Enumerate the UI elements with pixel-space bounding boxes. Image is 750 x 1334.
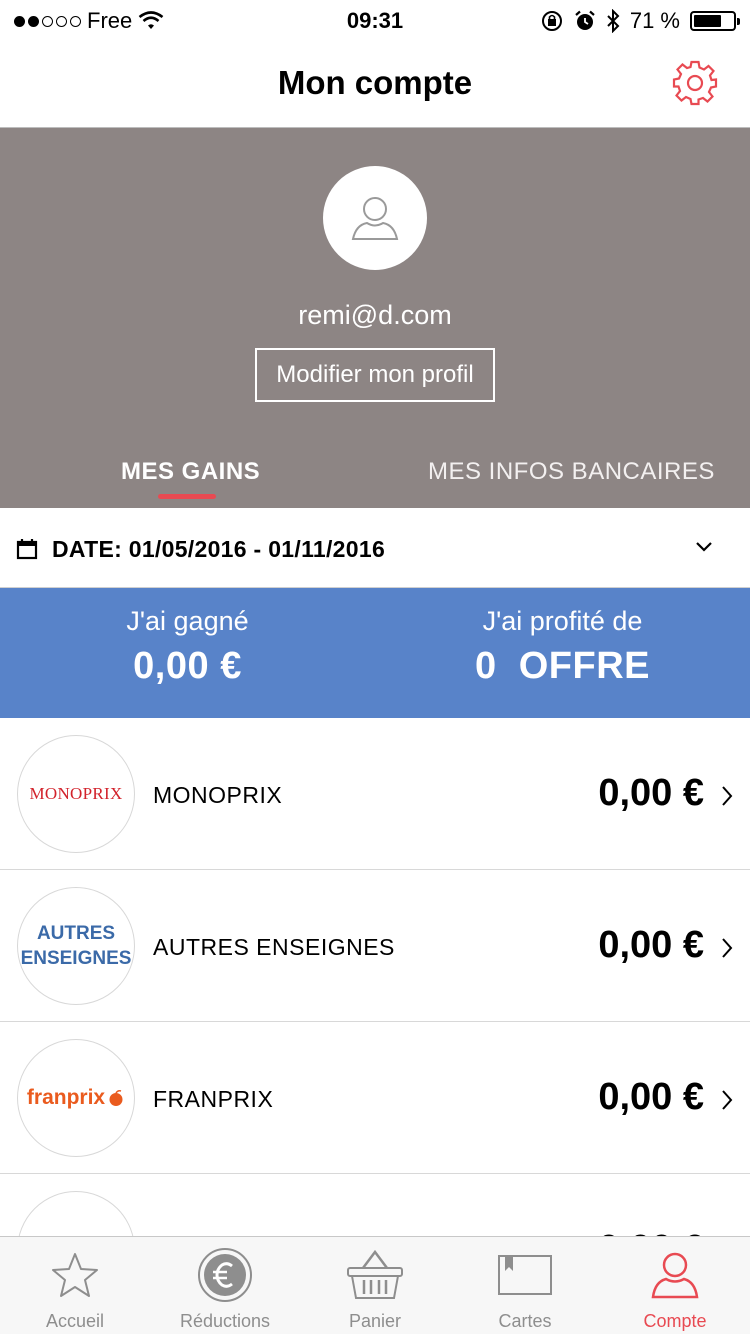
- franprix-logo-text: franprix: [26, 1086, 106, 1109]
- store-name: MONOPRIX: [153, 782, 283, 808]
- tab-mes-infos-bancaires[interactable]: MES INFOS BANCAIRES: [428, 458, 715, 486]
- tab-bar: Accueil Réductions Panier Cartes Compte: [0, 1236, 750, 1334]
- card-icon: [498, 1255, 552, 1295]
- star-icon: [52, 1253, 98, 1297]
- page-title: Mon compte: [277, 64, 473, 101]
- navigation-bar: Mon compte: [0, 40, 750, 128]
- date-filter[interactable]: DATE: 01/05/2016 - 01/11/2016: [0, 508, 750, 588]
- list-item-franprix[interactable]: franprix FRANPRIX 0,00 €: [0, 1022, 750, 1174]
- edit-profile-button[interactable]: Modifier mon profil: [255, 348, 495, 402]
- profile-header: remi@d.com Modifier mon profil MES GAINS…: [0, 128, 750, 508]
- user-avatar-icon: [351, 197, 399, 240]
- list-item-monoprix[interactable]: MONOPRIX MONOPRIX 0,00 €: [0, 718, 750, 870]
- chevron-down-icon[interactable]: [694, 536, 714, 556]
- active-tab-indicator: [158, 494, 216, 499]
- bluetooth-icon: [607, 9, 620, 33]
- orientation-lock-icon: [541, 11, 562, 31]
- tab-label: Accueil: [45, 1311, 105, 1331]
- monoprix-logo-text: MONOPRIX: [29, 784, 123, 803]
- offers-value: 0 OFFRE: [474, 645, 651, 687]
- user-icon: [651, 1252, 699, 1299]
- tab-label: Réductions: [179, 1311, 271, 1331]
- earned-label: J'ai gagné: [126, 606, 249, 636]
- avatar[interactable]: [323, 166, 427, 270]
- store-name: FRANPRIX: [153, 1086, 274, 1112]
- date-range-label: DATE: 01/05/2016 - 01/11/2016: [52, 536, 386, 562]
- gear-icon: [672, 60, 718, 106]
- tab-label: Panier: [348, 1311, 402, 1331]
- store-amount: 0,00 €: [598, 924, 704, 966]
- tab-label: Compte: [643, 1311, 707, 1331]
- status-right: 71 %: [540, 8, 740, 34]
- offers-label: J'ai profité de: [482, 606, 643, 636]
- tab-accueil[interactable]: Accueil: [0, 1237, 150, 1334]
- store-amount: 0,00 €: [598, 1076, 704, 1118]
- autres-enseignes-logo: AUTRES ENSEIGNES: [17, 887, 135, 1005]
- list-item-autres-enseignes[interactable]: AUTRES ENSEIGNES AUTRES ENSEIGNES 0,00 €: [0, 870, 750, 1022]
- chevron-right-icon: [722, 938, 733, 958]
- earnings-summary: J'ai gagné 0,00 € J'ai profité de 0 OFFR…: [0, 588, 750, 718]
- apple-icon: [109, 1089, 123, 1106]
- tab-mes-gains[interactable]: MES GAINS: [121, 458, 260, 486]
- chevron-right-icon: [722, 786, 733, 806]
- basket-icon: [347, 1249, 403, 1299]
- store-amount: 0,00 €: [598, 772, 704, 814]
- chevron-right-icon: [722, 1090, 733, 1110]
- autres-enseignes-logo-text: AUTRES ENSEIGNES: [20, 923, 132, 969]
- euro-icon: [198, 1248, 252, 1302]
- user-email: remi@d.com: [298, 300, 452, 330]
- battery-percent: 71 %: [629, 8, 680, 33]
- tab-label: Cartes: [498, 1311, 552, 1331]
- earned-block: J'ai gagné 0,00 €: [0, 606, 375, 688]
- battery-fill: [694, 15, 721, 27]
- tab-reductions[interactable]: Réductions: [150, 1237, 300, 1334]
- status-bar: Free 09:31 71 %: [0, 0, 750, 40]
- store-list: MONOPRIX MONOPRIX 0,00 € AUTRES ENSEIGNE…: [0, 718, 750, 1326]
- tab-cartes[interactable]: Cartes: [450, 1237, 600, 1334]
- settings-button[interactable]: [670, 58, 720, 108]
- calendar-icon: [16, 539, 38, 560]
- offers-block: J'ai profité de 0 OFFRE: [375, 606, 750, 688]
- tab-compte[interactable]: Compte: [600, 1237, 750, 1334]
- tab-panier[interactable]: Panier: [300, 1237, 450, 1334]
- franprix-logo: franprix: [17, 1039, 135, 1157]
- alarm-icon: [575, 10, 595, 30]
- battery-icon: [690, 11, 740, 31]
- earned-value: 0,00 €: [133, 645, 242, 687]
- monoprix-logo: MONOPRIX: [17, 735, 135, 853]
- store-name: AUTRES ENSEIGNES: [153, 934, 395, 960]
